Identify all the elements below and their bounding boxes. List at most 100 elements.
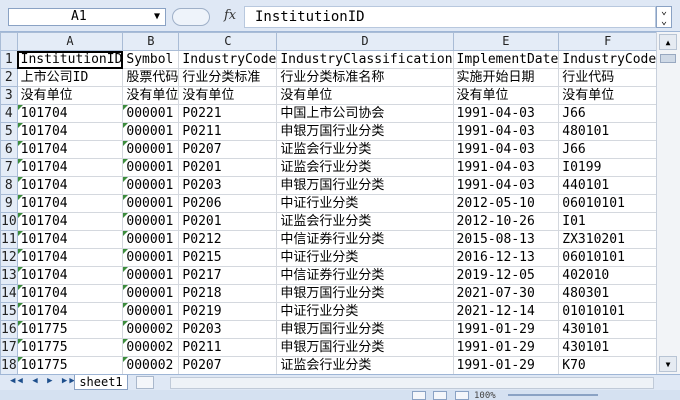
cell-a11[interactable]: 101704 — [16, 230, 124, 249]
cell-a9[interactable]: 101704 — [16, 194, 124, 213]
cell-b13[interactable]: 000001 — [122, 266, 180, 285]
cell-d4[interactable]: 中国上市公司协会 — [276, 104, 454, 123]
select-all-corner[interactable] — [0, 32, 18, 51]
cell-c1[interactable]: IndustryCode — [178, 50, 278, 69]
cell-f4[interactable]: J66 — [558, 104, 656, 123]
expand-formula-bar-icon[interactable]: ⌄ ⌄ — [656, 6, 672, 28]
cell-a16[interactable]: 101775 — [16, 320, 124, 339]
cell-a17[interactable]: 101775 — [16, 338, 124, 357]
cell-c8[interactable]: P0203 — [178, 176, 278, 195]
cell-b18[interactable]: 000002 — [122, 356, 180, 374]
cell-f5[interactable]: 480101 — [558, 122, 656, 141]
formula-input[interactable]: InstitutionID — [244, 6, 656, 28]
cell-c16[interactable]: P0203 — [178, 320, 278, 339]
cell-e2[interactable]: 实施开始日期 — [452, 68, 560, 87]
cell-f12[interactable]: 06010101 — [558, 248, 656, 267]
cell-b16[interactable]: 000002 — [122, 320, 180, 339]
cell-d12[interactable]: 中证行业分类 — [276, 248, 454, 267]
cell-e8[interactable]: 1991-04-03 — [452, 176, 560, 195]
name-box-dropdown-icon[interactable]: ▼ — [150, 9, 164, 25]
cell-b17[interactable]: 000002 — [122, 338, 180, 357]
cell-b10[interactable]: 000001 — [122, 212, 180, 231]
cell-b7[interactable]: 000001 — [122, 158, 180, 177]
cell-a10[interactable]: 101704 — [16, 212, 124, 231]
cell-d2[interactable]: 行业分类标准名称 — [276, 68, 454, 87]
page-layout-view-icon[interactable] — [433, 391, 448, 400]
cell-c10[interactable]: P0201 — [178, 212, 278, 231]
column-header-b[interactable]: B — [122, 32, 180, 51]
cell-e1[interactable]: ImplementDate — [452, 50, 560, 69]
row-header[interactable]: 2 — [0, 68, 18, 87]
cell-d6[interactable]: 证监会行业分类 — [276, 140, 454, 159]
cell-c5[interactable]: P0211 — [178, 122, 278, 141]
cell-c2[interactable]: 行业分类标准 — [178, 68, 278, 87]
cell-a14[interactable]: 101704 — [16, 284, 124, 303]
cell-c14[interactable]: P0218 — [178, 284, 278, 303]
scroll-up-icon[interactable]: ▲ — [659, 34, 677, 50]
cell-e7[interactable]: 1991-04-03 — [452, 158, 560, 177]
horizontal-scrollbar[interactable] — [170, 377, 654, 389]
cell-e16[interactable]: 1991-01-29 — [452, 320, 560, 339]
cell-c3[interactable]: 没有单位 — [178, 86, 278, 105]
cell-d10[interactable]: 证监会行业分类 — [276, 212, 454, 231]
cell-c13[interactable]: P0217 — [178, 266, 278, 285]
name-box[interactable]: A1 — [8, 8, 166, 26]
column-header-f[interactable]: F — [558, 32, 656, 51]
row-header[interactable]: 4 — [0, 104, 18, 123]
cell-e14[interactable]: 2021-07-30 — [452, 284, 560, 303]
cell-f1[interactable]: IndustryCode — [558, 50, 656, 69]
cell-b1[interactable]: Symbol — [122, 50, 180, 69]
row-header[interactable]: 11 — [0, 230, 18, 249]
row-header[interactable]: 9 — [0, 194, 18, 213]
cell-d1[interactable]: IndustryClassification — [276, 50, 454, 69]
insert-function-icon[interactable]: fx — [224, 8, 236, 23]
vertical-scrollbar[interactable]: ▲ ▼ — [656, 32, 680, 374]
cell-a7[interactable]: 101704 — [16, 158, 124, 177]
cell-e18[interactable]: 1991-01-29 — [452, 356, 560, 374]
cell-d17[interactable]: 申银万国行业分类 — [276, 338, 454, 357]
column-header-e[interactable]: E — [452, 32, 560, 51]
zoom-level[interactable]: 100% — [474, 391, 496, 400]
cell-b15[interactable]: 000001 — [122, 302, 180, 321]
cell-a3[interactable]: 没有单位 — [16, 86, 124, 105]
cell-c11[interactable]: P0212 — [178, 230, 278, 249]
row-header[interactable]: 8 — [0, 176, 18, 195]
cell-e6[interactable]: 1991-04-03 — [452, 140, 560, 159]
cell-b11[interactable]: 000001 — [122, 230, 180, 249]
row-header[interactable]: 17 — [0, 338, 18, 357]
cell-c18[interactable]: P0207 — [178, 356, 278, 374]
cell-a13[interactable]: 101704 — [16, 266, 124, 285]
row-header[interactable]: 7 — [0, 158, 18, 177]
sheet-nav-arrows-icon[interactable]: ◀◀ ◀ ▶ ▶▶ — [10, 376, 77, 386]
cell-f8[interactable]: 440101 — [558, 176, 656, 195]
row-header[interactable]: 5 — [0, 122, 18, 141]
cell-c6[interactable]: P0207 — [178, 140, 278, 159]
cell-a18[interactable]: 101775 — [16, 356, 124, 374]
cell-d9[interactable]: 中证行业分类 — [276, 194, 454, 213]
cell-f7[interactable]: I0199 — [558, 158, 656, 177]
cell-b12[interactable]: 000001 — [122, 248, 180, 267]
row-header[interactable]: 16 — [0, 320, 18, 339]
cell-d18[interactable]: 证监会行业分类 — [276, 356, 454, 374]
cell-f15[interactable]: 01010101 — [558, 302, 656, 321]
cell-c9[interactable]: P0206 — [178, 194, 278, 213]
cell-d8[interactable]: 申银万国行业分类 — [276, 176, 454, 195]
row-header[interactable]: 13 — [0, 266, 18, 285]
column-header-c[interactable]: C — [178, 32, 278, 51]
cell-e11[interactable]: 2015-08-13 — [452, 230, 560, 249]
cell-f18[interactable]: K70 — [558, 356, 656, 374]
cell-d13[interactable]: 中信证券行业分类 — [276, 266, 454, 285]
column-header-a[interactable]: A — [16, 32, 124, 51]
cell-e17[interactable]: 1991-01-29 — [452, 338, 560, 357]
cell-e12[interactable]: 2016-12-13 — [452, 248, 560, 267]
cell-e3[interactable]: 没有单位 — [452, 86, 560, 105]
scroll-down-icon[interactable]: ▼ — [659, 356, 677, 372]
cell-d7[interactable]: 证监会行业分类 — [276, 158, 454, 177]
cell-a12[interactable]: 101704 — [16, 248, 124, 267]
cell-b14[interactable]: 000001 — [122, 284, 180, 303]
row-header[interactable]: 10 — [0, 212, 18, 231]
cell-c12[interactable]: P0215 — [178, 248, 278, 267]
cell-e4[interactable]: 1991-04-03 — [452, 104, 560, 123]
cell-b8[interactable]: 000001 — [122, 176, 180, 195]
row-header[interactable]: 1 — [0, 50, 18, 69]
